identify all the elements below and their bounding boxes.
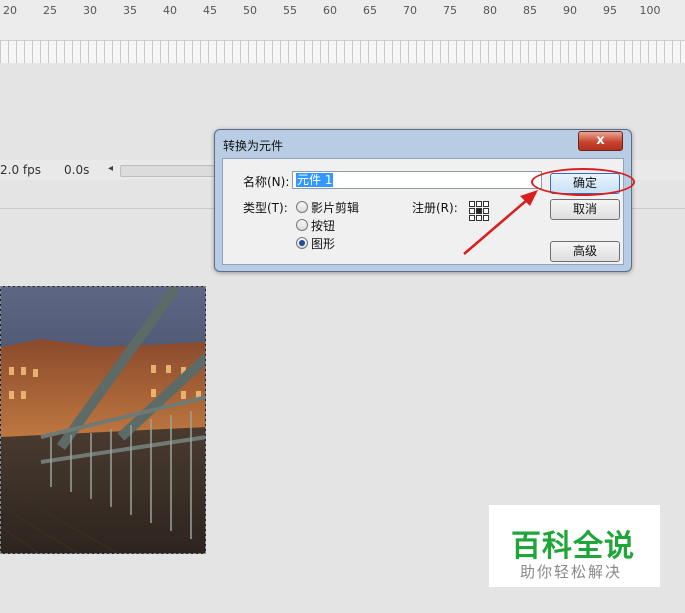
stage-bitmap[interactable] xyxy=(0,286,206,554)
radio-button-label[interactable]: 按钮 xyxy=(311,217,335,234)
watermark-subtitle: 助你轻松解决 xyxy=(520,563,623,581)
ok-highlight-ellipse xyxy=(531,168,635,196)
watermark: 百科全说 助你轻松解决 xyxy=(489,505,660,587)
ruler-tick-label: 100 xyxy=(639,4,661,17)
ruler-tick-label: 85 xyxy=(523,4,537,17)
ruler-tick-label: 95 xyxy=(603,4,617,17)
ruler-tick-label: 75 xyxy=(443,4,457,17)
symbol-name-input[interactable]: 元件 1 xyxy=(292,171,542,189)
close-icon: x xyxy=(596,133,605,148)
name-label: 名称(N): xyxy=(243,175,290,189)
ruler-tick-label: 50 xyxy=(243,4,257,17)
convert-to-symbol-dialog: 转换为元件 x 名称(N): 元件 1 类型(T): 影片剪辑 按钮 图形 注册… xyxy=(214,129,632,272)
ruler-tick-labels: 20 25 30 35 40 45 50 55 60 65 70 75 80 85 90 95 100 xyxy=(0,0,685,22)
time-readout: 0.0s xyxy=(64,163,90,177)
bridge-photo xyxy=(1,287,205,553)
advanced-button[interactable]: 高级 xyxy=(550,241,620,262)
radio-button[interactable] xyxy=(296,219,308,231)
ruler-tick-label: 70 xyxy=(403,4,417,17)
name-selected-text: 元件 1 xyxy=(296,173,334,187)
radio-graphic-label[interactable]: 图形 xyxy=(311,235,335,252)
ruler-tick-label: 30 xyxy=(83,4,97,17)
timeline-ruler: 20 25 30 35 40 45 50 55 60 65 70 75 80 85 90 95 100 xyxy=(0,0,685,63)
ruler-tick-label: 35 xyxy=(123,4,137,17)
ruler-tick-label: 65 xyxy=(363,4,377,17)
radio-graphic[interactable] xyxy=(296,237,308,249)
frame-strip[interactable] xyxy=(0,40,685,63)
annotation-arrow-icon xyxy=(463,190,538,255)
ruler-tick-label: 55 xyxy=(283,4,297,17)
type-label: 类型(T): xyxy=(243,201,288,215)
scroll-left-icon[interactable]: ◂ xyxy=(108,163,113,174)
ruler-tick-label: 40 xyxy=(163,4,177,17)
cancel-button[interactable]: 取消 xyxy=(550,199,620,220)
watermark-title: 百科全说 xyxy=(511,529,635,564)
ruler-tick-label: 25 xyxy=(43,4,57,17)
radio-movie-clip-label[interactable]: 影片剪辑 xyxy=(311,199,359,216)
dialog-title: 转换为元件 xyxy=(223,139,284,153)
registration-label: 注册(R): xyxy=(412,201,458,215)
ruler-tick-label: 20 xyxy=(3,4,17,17)
radio-movie-clip[interactable] xyxy=(296,201,308,213)
ruler-tick-label: 80 xyxy=(483,4,497,17)
fps-readout[interactable]: 2.0 fps xyxy=(0,163,41,177)
ruler-tick-label: 60 xyxy=(323,4,337,17)
ruler-tick-label: 90 xyxy=(563,4,577,17)
ruler-tick-label: 45 xyxy=(203,4,217,17)
close-button[interactable]: x xyxy=(578,131,623,151)
